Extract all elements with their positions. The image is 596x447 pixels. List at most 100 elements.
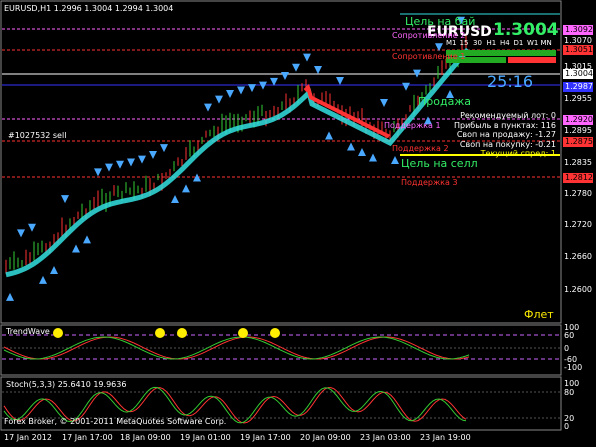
price-axis-label: 1.2600 (564, 285, 592, 294)
signal-arrow (182, 184, 190, 193)
price-tag: 1.2812 (563, 173, 593, 183)
signal-arrow (281, 71, 289, 80)
price-tag: 1.2987 (563, 82, 593, 92)
price-tag: 1.3051 (563, 45, 593, 55)
stoch-axis-label: 80 (564, 388, 575, 397)
timeframe-W1: W1 (527, 39, 539, 47)
date-label: 23 Jan 19:00 (420, 433, 471, 442)
signal-row-2b (508, 57, 556, 63)
signal-arrow (435, 43, 443, 52)
date-label: 17 Jan 17:00 (62, 433, 113, 442)
signal-arrow (259, 81, 267, 90)
signal-arrow (28, 223, 36, 232)
price-axis-label: 1.2835 (564, 158, 592, 167)
price-axis-label: 1.2660 (564, 252, 592, 261)
timeframe-H1: H1 (486, 39, 497, 47)
sell-label: Продажа (418, 95, 471, 108)
info-line: Своп на продажу: -1.27 (456, 130, 556, 139)
target-buy-label: Цель на бай (405, 15, 476, 28)
signal-arrow (50, 266, 58, 275)
signal-arrow (127, 158, 135, 167)
bar-timer: 25:16 (487, 72, 534, 91)
timeframe-row: M1 15 30 H1 H4 D1 W1 MN (446, 40, 556, 50)
signal-arrow (369, 153, 377, 162)
date-label: 19 Jan 17:00 (240, 433, 291, 442)
timeframe-15: 15 (459, 39, 469, 47)
price-axis-label: 1.2720 (564, 220, 592, 229)
stoch-title: Stoch(5,3,3) 25.6410 19.9636 (6, 380, 127, 389)
signal-arrow (72, 244, 80, 253)
stoch-axis-label: 0 (564, 422, 570, 431)
signal-arrow (303, 53, 311, 62)
timeframe-MN: MN (540, 39, 552, 47)
resistance-1-label: Сопротивление 1 (392, 52, 466, 61)
signal-arrow (204, 103, 212, 112)
price-tag: 1.3004 (563, 69, 593, 79)
signal-arrow (138, 155, 146, 164)
signal-arrow (380, 99, 388, 107)
trendwave-title: TrendWave (6, 327, 50, 336)
signal-arrow (61, 195, 69, 204)
signal-arrow (39, 275, 47, 284)
timeframe-30: 30 (473, 39, 482, 47)
price-tag: 1.2875 (563, 137, 593, 147)
price-axis-label: 1.2895 (564, 126, 592, 135)
signal-arrow (83, 235, 91, 244)
signal-arrow (149, 151, 157, 160)
signal-arrow (215, 95, 223, 104)
price-tag: 1.3092 (563, 25, 593, 35)
target-sell-label: Цель на селл (401, 157, 478, 170)
date-label: 18 Jan 09:00 (120, 433, 171, 442)
date-label: 23 Jan 03:00 (360, 433, 411, 442)
tw-yellow-dot (155, 328, 165, 338)
timeframe-M1: M1 (446, 39, 457, 47)
signal-arrow (160, 144, 168, 153)
signal-arrow (358, 148, 366, 156)
price-axis-label: 1.2955 (564, 94, 592, 103)
date-label: 20 Jan 09:00 (300, 433, 351, 442)
chart-header: EURUSD,H1 1.2996 1.3004 1.2994 1.3004 (4, 4, 174, 13)
signal-arrow (325, 131, 333, 140)
signal-arrow (248, 84, 256, 93)
trendwave-axis-label: 60 (564, 331, 575, 340)
trend-ribbon (5, 47, 470, 278)
signal-arrow (105, 163, 113, 172)
info-line: Текущий спред: 1 (480, 149, 556, 158)
signal-arrow (402, 82, 410, 91)
price-tag: 1.2920 (563, 115, 593, 125)
copyright: Forex Broker, © 2001-2011 MetaQuotes Sof… (4, 417, 227, 426)
trendwave-axis-label: -100 (564, 363, 583, 372)
support-2-label: Поддержка 2 (392, 144, 449, 153)
signal-arrow (226, 89, 234, 98)
signal-arrow (336, 77, 344, 85)
bear-ribbon (303, 83, 390, 139)
tw-yellow-dot (53, 328, 63, 338)
signal-arrow (6, 292, 14, 301)
signal-arrow (94, 168, 102, 177)
signal-arrow (391, 156, 399, 164)
signal-arrow (17, 229, 25, 238)
price-label: 1.3004 (493, 20, 559, 40)
price-axis-label: 1.3070 (564, 36, 592, 45)
signal-arrow (314, 66, 322, 74)
price-axis-label: 1.2780 (564, 189, 592, 198)
trendwave-axis-label: 0 (564, 344, 570, 353)
signal-arrow (171, 194, 179, 203)
date-label: 17 Jan 2012 (4, 433, 52, 442)
timeframe-D1: D1 (513, 39, 524, 47)
date-label: 19 Jan 01:00 (180, 433, 231, 442)
signal-arrow (292, 63, 300, 72)
resistance-2-label: Сопротивление 2 (392, 31, 466, 40)
stoch-axis-label: 100 (564, 379, 580, 388)
tw-yellow-dot (238, 328, 248, 338)
signal-arrow (116, 160, 124, 169)
info-line: Рекомендуемый лот: 0 (460, 111, 556, 120)
tw-yellow-dot (177, 328, 187, 338)
support-1-label: Поддержка 1 (384, 121, 441, 130)
info-line: Прибыль в пунктах: 116 (453, 120, 556, 130)
order-label[interactable]: #1027532 sell (8, 132, 66, 140)
flat-label: Флет (524, 308, 554, 321)
support-3-label: Поддержка 3 (401, 178, 458, 187)
signal-arrow (347, 142, 355, 151)
info-line: Своп на покупку: -0.21 (459, 139, 556, 149)
